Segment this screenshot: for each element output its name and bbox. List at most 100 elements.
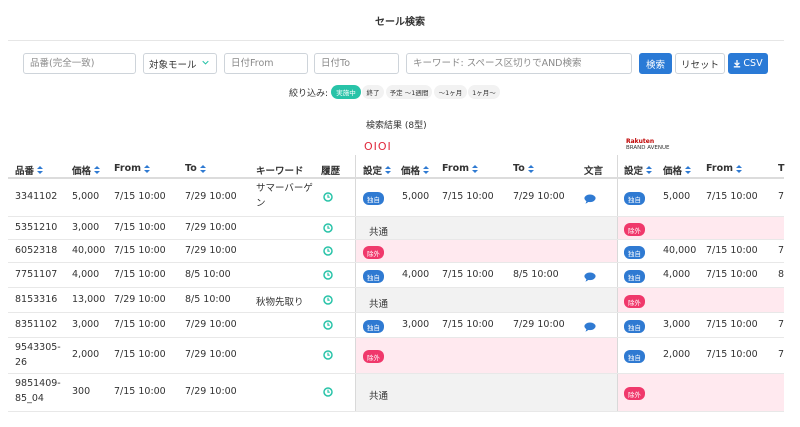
history-clock-icon[interactable]	[323, 192, 333, 202]
csv-label: CSV	[743, 58, 763, 69]
target-mall-select[interactable]: 対象モール	[143, 53, 217, 74]
rakuten-price: 2,000	[663, 349, 691, 360]
column-header-keyword[interactable]: キーワード	[256, 163, 304, 177]
column-header-label: 品番	[15, 166, 35, 177]
column-header-m-setting[interactable]: 設定	[363, 163, 392, 177]
column-header-label: From	[706, 163, 733, 174]
column-header-label: 設定	[624, 166, 644, 177]
from-date: 7/29 10:00	[114, 294, 166, 305]
price: 3,000	[72, 222, 100, 233]
row-divider	[8, 411, 784, 412]
keyword: サマーバーゲン	[256, 183, 313, 209]
from-date: 7/15 10:00	[114, 349, 166, 360]
history-clock-icon[interactable]	[323, 270, 333, 280]
message-icon[interactable]	[584, 322, 596, 332]
history-clock-icon[interactable]	[323, 246, 333, 256]
sort-icon	[37, 166, 44, 174]
date-to-input[interactable]	[314, 53, 399, 74]
history-clock-icon[interactable]	[323, 387, 333, 397]
from-date: 7/15 10:00	[114, 191, 166, 202]
rakuten-price: 3,000	[663, 319, 691, 330]
divider	[8, 40, 784, 41]
custom-badge: 独自	[363, 270, 384, 283]
filter-upcoming-week[interactable]: 予定 〜1週間	[386, 85, 432, 99]
excluded-row-bg	[355, 337, 617, 373]
oioi-from-date: 7/15 10:00	[442, 269, 494, 280]
part-number: 3341102	[15, 191, 58, 202]
column-header-label: To	[513, 163, 525, 174]
sort-icon	[199, 164, 206, 173]
price: 2,000	[72, 349, 100, 360]
filter-over-month[interactable]: 1ヶ月〜	[468, 85, 500, 99]
column-header-r-setting[interactable]: 設定	[624, 163, 653, 177]
oioi-to-date: 7/29 10:00	[513, 319, 565, 330]
column-header-r-from[interactable]: From	[706, 163, 742, 174]
keyword-input[interactable]	[406, 53, 632, 74]
column-header-m-to[interactable]: To	[513, 163, 534, 174]
oioi-from-date: 7/15 10:00	[442, 191, 494, 202]
part-number: 9543305-26	[15, 342, 61, 368]
reset-button[interactable]: リセット	[675, 53, 725, 74]
filter-within-month[interactable]: 〜1ヶ月	[434, 85, 467, 99]
column-header-price[interactable]: 価格	[72, 163, 101, 177]
excluded-badge: 除外	[624, 295, 645, 308]
search-button[interactable]: 検索	[639, 53, 672, 74]
page-title: セール検索	[375, 17, 425, 28]
rakuten-to-date: 7	[778, 319, 785, 330]
row-divider	[8, 239, 784, 240]
oioi-price: 3,000	[402, 319, 430, 330]
custom-badge: 独自	[624, 246, 645, 259]
target-mall-label: 対象モール	[149, 59, 197, 71]
column-header-history[interactable]: 履歴	[321, 163, 340, 177]
history-clock-icon[interactable]	[323, 223, 333, 233]
history-clock-icon[interactable]	[323, 350, 333, 360]
rakuten-from-date: 7/15 10:00	[706, 319, 758, 330]
rakuten-from-date: 7/15 10:00	[706, 245, 758, 256]
sort-icon	[144, 164, 150, 173]
column-header-r-price[interactable]: 価格	[663, 163, 692, 177]
message-icon[interactable]	[584, 272, 596, 282]
message-icon[interactable]	[584, 194, 596, 204]
filter-active[interactable]: 実施中	[331, 85, 361, 99]
sort-icon	[527, 164, 534, 173]
row-divider	[8, 373, 784, 374]
column-header-label: 文言	[584, 166, 604, 177]
part-number: 8351102	[15, 319, 58, 330]
sort-icon	[423, 166, 430, 174]
price: 5,000	[72, 191, 100, 202]
column-header-label: From	[442, 163, 469, 174]
part-number-input[interactable]	[23, 53, 136, 74]
date-from-input[interactable]	[224, 53, 308, 74]
column-header-m-from[interactable]: From	[442, 163, 478, 174]
to-date: 7/29 10:00	[185, 349, 237, 360]
sort-icon	[736, 164, 742, 173]
rakuten-from-date: 7/15 10:00	[706, 269, 758, 280]
column-header-label: キーワード	[256, 166, 304, 177]
filter-ended[interactable]: 終了	[362, 85, 384, 99]
rakuten-to-date: 7	[778, 349, 785, 360]
column-header-label: From	[114, 163, 141, 174]
filter-label: 絞り込み:	[289, 89, 329, 99]
column-header-label: T	[778, 163, 785, 174]
column-header-label: 価格	[663, 166, 683, 177]
column-header-m-text[interactable]: 文言	[584, 163, 603, 177]
search-bar: 対象モール 検索 リセット CSV	[0, 53, 800, 75]
history-clock-icon[interactable]	[323, 295, 333, 305]
from-date: 7/15 10:00	[114, 386, 166, 397]
column-header-from[interactable]: From	[114, 163, 150, 174]
column-header-m-price[interactable]: 価格	[401, 163, 430, 177]
excluded-row-bg	[355, 239, 617, 262]
column-header-to[interactable]: To	[185, 163, 206, 174]
rakuten-price: 5,000	[663, 191, 691, 202]
chevron-down-icon	[202, 60, 209, 65]
results-table: 品番 価格 From To キーワード 履歴 設定 価格 From To 文言 設定 価格 From T 33…	[8, 155, 785, 412]
column-header-label: To	[185, 163, 197, 174]
oioi-to-date: 7/29 10:00	[513, 191, 565, 202]
column-header-r-to[interactable]: T	[778, 163, 784, 174]
custom-badge: 独自	[363, 320, 384, 333]
csv-button[interactable]: CSV	[728, 53, 768, 74]
rakuten-from-date: 7/15 10:00	[706, 349, 758, 360]
column-header-part-number[interactable]: 品番	[15, 163, 44, 177]
history-clock-icon[interactable]	[323, 320, 333, 330]
part-number: 9851409-85_04	[15, 378, 61, 404]
